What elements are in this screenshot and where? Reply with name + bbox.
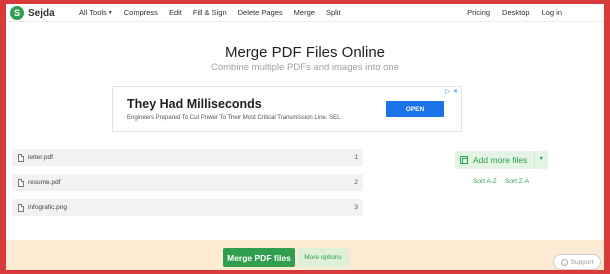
ad-subline: Engineers Prepared To Cut Power To Their… (127, 115, 341, 121)
file-index: 1 (354, 154, 358, 161)
file-row[interactable]: letter.pdf 1 (12, 149, 363, 166)
nav-delete-pages[interactable]: Delete Pages (238, 8, 283, 17)
nav-pricing[interactable]: Pricing (467, 8, 490, 17)
chat-icon (560, 258, 568, 266)
add-more-files-button[interactable]: Add more files ▼ (455, 151, 548, 169)
advertisement-banner[interactable]: ▷ ✕ They Had Milliseconds Engineers Prep… (112, 86, 462, 132)
nav-edit[interactable]: Edit (169, 8, 182, 17)
file-index: 2 (354, 179, 358, 186)
action-bar: Merge PDF files More options Support (6, 240, 604, 270)
chevron-down-icon[interactable]: ▼ (539, 156, 544, 162)
sort-za-link[interactable]: Sort Z-A (505, 178, 529, 185)
sejda-logo[interactable]: S Sejda (10, 6, 55, 20)
file-icon (18, 153, 24, 162)
file-name: resume.pdf (28, 179, 61, 186)
file-index: 3 (354, 204, 358, 211)
nav-compress[interactable]: Compress (124, 8, 158, 17)
merge-pdf-files-button[interactable]: Merge PDF files (223, 248, 295, 267)
file-icon (18, 178, 24, 187)
top-navigation: S Sejda All Tools▼ Compress Edit Fill & … (6, 4, 604, 22)
nav-left-menu: All Tools▼ Compress Edit Fill & Sign Del… (79, 8, 341, 17)
nav-login[interactable]: Log in (542, 8, 562, 17)
page-subtitle: Combine multiple PDFs and images into on… (211, 62, 399, 73)
logo-text: Sejda (28, 7, 55, 19)
ad-open-button[interactable]: OPEN (386, 101, 444, 117)
support-label: Support (570, 258, 594, 266)
browser-viewport: S Sejda All Tools▼ Compress Edit Fill & … (6, 4, 604, 270)
support-button[interactable]: Support (553, 254, 601, 270)
divider (534, 151, 535, 169)
adchoices-icon[interactable]: ▷ (445, 89, 450, 95)
nav-split[interactable]: Split (326, 8, 341, 17)
add-more-label: Add more files (473, 155, 528, 165)
more-options-button[interactable]: More options (297, 248, 349, 267)
nav-right-menu: Pricing Desktop Log in (467, 8, 562, 17)
logo-mark-icon: S (10, 6, 24, 20)
files-icon (460, 156, 468, 164)
ad-headline: They Had Milliseconds (127, 97, 262, 111)
nav-merge[interactable]: Merge (294, 8, 315, 17)
file-row[interactable]: infografic.png 3 (12, 199, 363, 216)
ad-controls: ▷ ✕ (445, 89, 458, 95)
nav-all-tools[interactable]: All Tools▼ (79, 8, 113, 17)
file-icon (18, 203, 24, 212)
nav-fill-sign[interactable]: Fill & Sign (193, 8, 227, 17)
page-title: Merge PDF Files Online (224, 44, 386, 61)
sort-az-link[interactable]: Sort A-Z (473, 178, 497, 185)
file-row[interactable]: resume.pdf 2 (12, 174, 363, 191)
chevron-down-icon: ▼ (107, 10, 113, 16)
nav-desktop[interactable]: Desktop (502, 8, 530, 17)
file-name: infografic.png (28, 204, 68, 211)
close-icon[interactable]: ✕ (453, 89, 458, 95)
file-name: letter.pdf (28, 154, 53, 161)
